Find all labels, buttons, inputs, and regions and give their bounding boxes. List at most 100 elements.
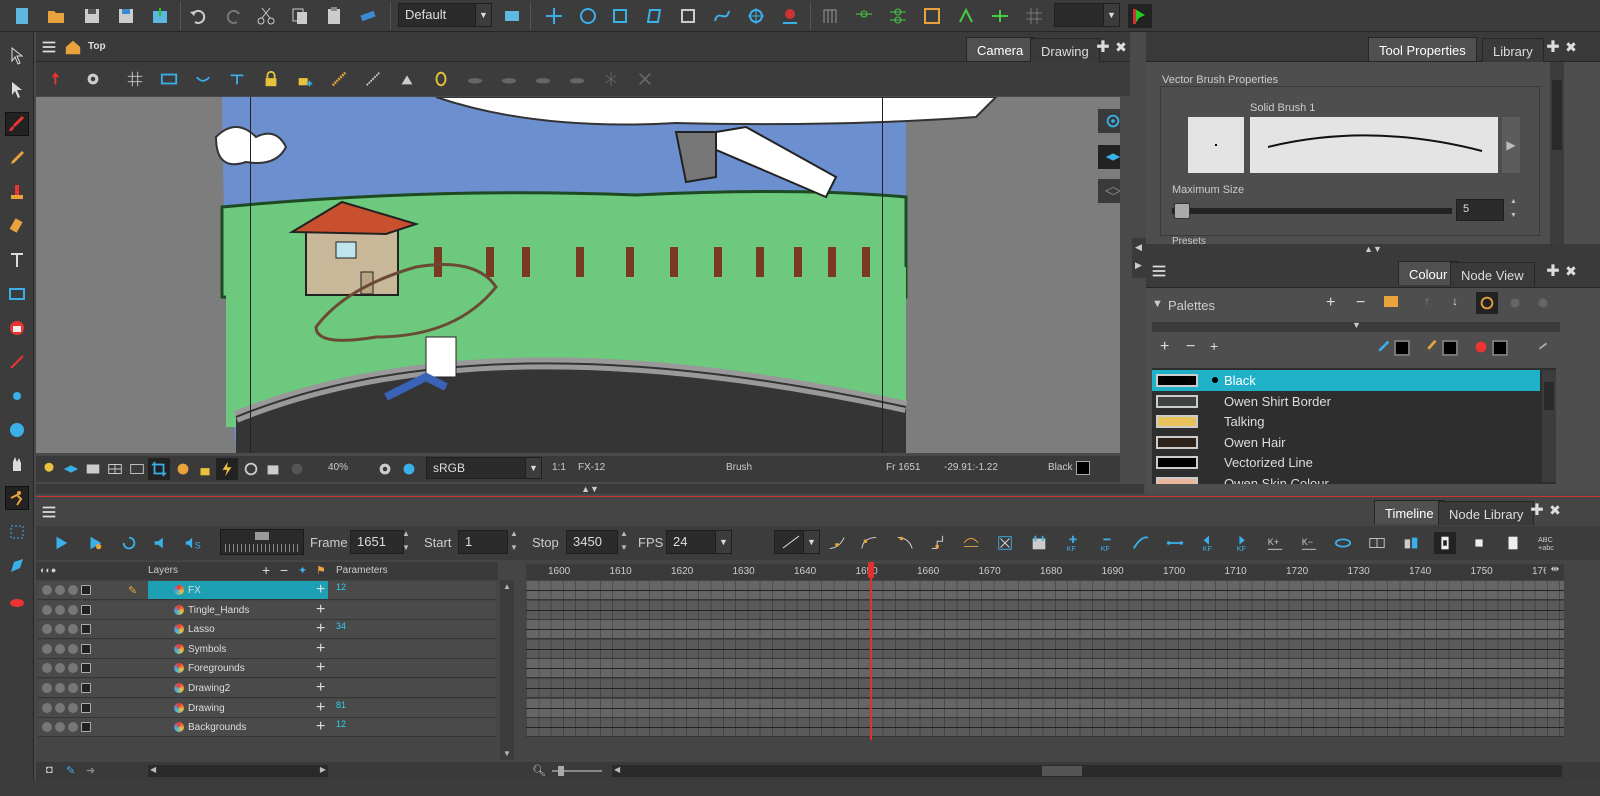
spin-down-icon[interactable]: ▼ [510,543,518,552]
eye-icon[interactable] [1098,109,1120,133]
timeline-track[interactable] [526,639,1564,659]
layer-toggles[interactable] [42,585,91,595]
move-up-icon[interactable]: ↑ [1424,294,1430,308]
ruler-icon[interactable] [328,68,350,90]
camera-icon[interactable]: ◘ [46,764,53,776]
lock-icon[interactable] [68,722,78,733]
colour-swatch-icon[interactable] [81,702,91,713]
hand-tool-icon[interactable] [5,452,29,476]
add-parameter-icon[interactable]: + [316,659,325,677]
ink-tool-icon[interactable] [5,588,29,612]
swatch-scrollbar[interactable] [1542,370,1556,482]
frame-mode-icon[interactable] [1468,532,1490,554]
splitter-right[interactable]: ▲▼ [1146,244,1600,258]
lock-icon[interactable] [68,585,78,595]
spin-up-icon[interactable]: ▲ [402,529,410,538]
swatch-item[interactable]: Vectorized Line [1152,452,1540,473]
bone-icon[interactable] [818,4,842,28]
visibility-icon[interactable] [42,663,52,674]
tab-node-view[interactable]: Node View [1450,262,1535,286]
menu-icon[interactable] [38,36,60,58]
open-folder-icon[interactable] [44,4,68,28]
solo-icon[interactable] [55,585,65,595]
pivot-icon[interactable] [744,4,768,28]
maximize-icon[interactable] [676,4,700,28]
solo-icon[interactable] [55,683,65,693]
close-icon[interactable]: ✖ [1560,260,1582,282]
solo-icon[interactable] [55,663,65,674]
palette-link-icon[interactable] [1476,292,1498,314]
colour-swatch-icon[interactable] [81,663,91,674]
remove-kf-minus-icon[interactable]: K− [1298,532,1320,554]
add-kf-plus-icon[interactable]: K+ [1264,532,1286,554]
tab-tool-properties[interactable]: Tool Properties [1368,37,1477,61]
next-key-icon[interactable]: KF [1232,532,1254,554]
save-as-icon[interactable] [114,4,138,28]
contour-editor-icon[interactable] [5,78,29,102]
new-scene-icon[interactable] [10,4,34,28]
timeline-track[interactable] [526,679,1564,698]
home-icon[interactable] [62,36,84,58]
scale-icon[interactable] [608,4,632,28]
curve-icon[interactable] [1130,532,1152,554]
spline-icon[interactable] [710,4,734,28]
spin-up-icon[interactable]: ▲ [1510,198,1517,205]
lock-icon[interactable] [68,604,78,615]
grid-icon[interactable] [124,68,146,90]
timeline-track[interactable] [526,659,1564,679]
full-frame-icon[interactable] [1502,532,1524,554]
visibility-icon[interactable] [42,702,52,713]
skew-icon[interactable] [642,4,666,28]
copy-icon[interactable] [288,4,312,28]
add-palette-icon[interactable]: + [1326,294,1335,312]
table-icon[interactable] [104,458,126,480]
solo-icon[interactable] [55,604,65,615]
lightbulb-icon[interactable] [38,458,60,480]
select-tool-icon[interactable] [5,44,29,68]
tab-library[interactable]: Library [1482,38,1544,62]
line-colour-swatch[interactable] [1394,340,1410,356]
layer-name-cell[interactable]: Symbols [148,640,328,658]
dropper-tool-icon[interactable] [5,350,29,374]
visibility-icon[interactable] [42,683,52,693]
pencil-tool-icon[interactable] [5,146,29,170]
layer-toggles[interactable] [42,722,91,733]
palettes-toggle-icon[interactable]: ▼ [1152,298,1163,310]
lock-icon[interactable] [68,643,78,654]
lock-all-icon[interactable] [294,68,316,90]
timeline-track[interactable] [526,600,1564,620]
ease-type-select[interactable]: ▼ [774,530,820,554]
layer-scrollbar[interactable]: ▲ ▼ [500,580,514,760]
layer-toggles[interactable] [42,624,91,635]
layer-name-cell[interactable]: Tingle_Hands [148,601,328,619]
layer-name-cell[interactable]: Drawing2 [148,679,328,697]
layer-name-cell[interactable]: Drawing [148,699,328,717]
colour-swatch-icon[interactable] [81,683,91,693]
presets-section[interactable]: Presets [1172,236,1512,244]
text-case-icon[interactable]: ABC +abc [1536,532,1558,554]
ease-both-icon[interactable] [894,532,916,554]
add-parameter-icon[interactable]: + [316,620,325,638]
add-peg-icon[interactable]: ✦ [298,564,307,577]
zoom-level[interactable]: 40% [328,462,348,473]
extend-exposure-icon[interactable] [1028,532,1050,554]
animate-tool-icon[interactable] [5,486,29,510]
rotate-icon[interactable] [576,4,600,28]
paste-icon[interactable] [322,4,346,28]
palette-list-collapsed[interactable]: ▼ [1152,320,1560,332]
layer-props-icon[interactable] [1400,532,1422,554]
stroke-preview[interactable] [1250,117,1498,173]
add-parameter-icon[interactable]: + [316,679,325,697]
export-icon[interactable] [1128,4,1152,28]
swatch-item[interactable]: Black [1152,370,1540,391]
remove-key-icon[interactable]: KF [1096,532,1118,554]
swatch-item[interactable]: Talking [1152,411,1540,432]
timeline-zoom-slider[interactable] [552,766,602,776]
add-parameter-icon[interactable]: + [316,601,325,619]
reset-view-icon[interactable] [48,68,70,90]
close-icon[interactable]: ✖ [1544,499,1566,521]
layer-toggles[interactable] [42,683,91,693]
visibility-icon[interactable] [42,643,52,654]
ease-out-icon[interactable] [858,532,880,554]
frame-icon[interactable] [82,458,104,480]
